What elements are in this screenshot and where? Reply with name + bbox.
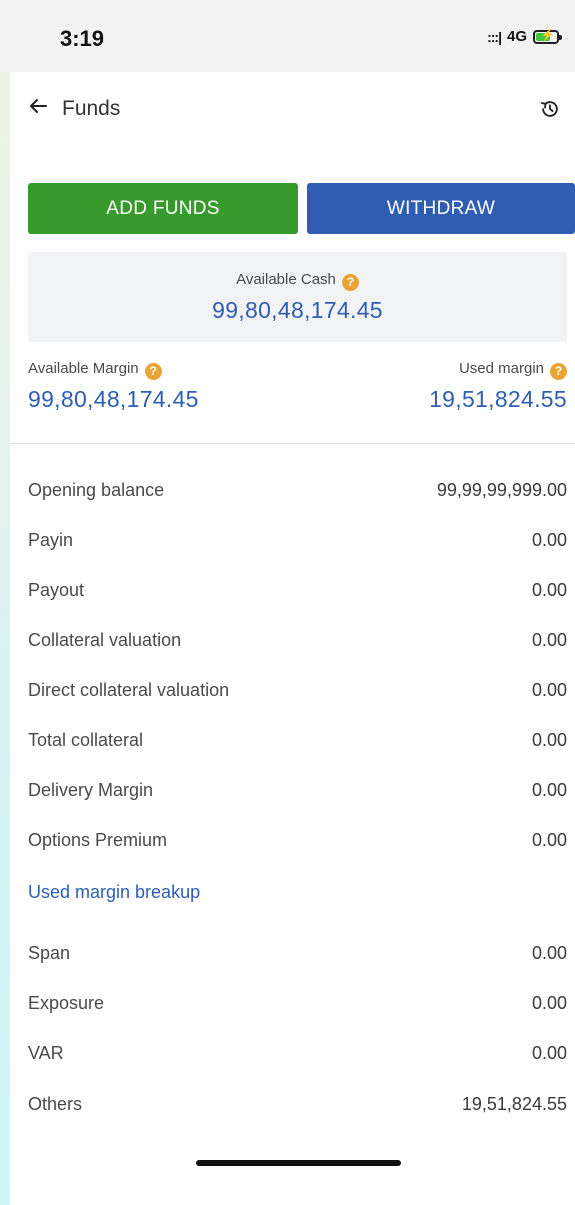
available-cash-label: Available Cash — [236, 271, 336, 288]
network-label: 4G — [506, 28, 527, 45]
breakup-row: Others 19,51,824.55 — [28, 1089, 567, 1119]
detail-label: Options Premium — [28, 829, 168, 850]
detail-label: Opening balance — [28, 479, 165, 500]
detail-value: 0.00 — [531, 779, 567, 800]
breakup-value: 0.00 — [531, 992, 567, 1013]
available-cash-value: 99,80,48,174.45 — [212, 297, 383, 323]
detail-value: 0.00 — [531, 679, 567, 700]
detail-value: 99,99,99,999.00 — [436, 479, 567, 500]
used-margin-value: 19,51,824.55 — [429, 386, 567, 412]
breakup-label: VAR — [28, 1042, 64, 1063]
used-margin-label: Used margin — [458, 360, 544, 377]
available-cash-card: Available Cash? 99,80,48,174.45 — [28, 252, 567, 342]
detail-row: Collateral valuation 0.00 — [28, 625, 567, 655]
breakup-label: Span — [28, 942, 71, 963]
detail-label: Payin — [28, 529, 74, 550]
detail-label: Collateral valuation — [28, 629, 182, 650]
status-time: 3:19 — [60, 26, 105, 51]
status-indicators: :::| 4G ⚡ — [487, 28, 562, 45]
detail-row: Payout 0.00 — [28, 575, 567, 605]
help-icon[interactable]: ? — [550, 363, 567, 380]
status-bar: 3:19 :::| 4G ⚡ — [0, 0, 575, 72]
detail-row: Total collateral 0.00 — [28, 725, 567, 755]
signal-icon: :::| — [487, 28, 502, 45]
detail-row: Options Premium 0.00 — [28, 825, 567, 855]
breakup-value: 0.00 — [531, 1042, 567, 1063]
help-icon[interactable]: ? — [144, 363, 162, 380]
breakup-row: Exposure 0.00 — [28, 988, 567, 1018]
breakup-row: Span 0.00 — [28, 938, 567, 968]
breakup-value: 0.00 — [531, 942, 567, 963]
detail-label: Direct collateral valuation — [28, 679, 230, 700]
detail-value: 0.00 — [531, 529, 567, 550]
detail-value: 0.00 — [531, 729, 567, 750]
detail-row: Payin 0.00 — [28, 525, 567, 555]
page-title: Funds — [62, 97, 121, 120]
divider — [10, 443, 575, 444]
detail-row: Opening balance 99,99,99,999.00 — [28, 475, 567, 505]
add-funds-button[interactable]: ADD FUNDS — [28, 183, 298, 234]
battery-icon: ⚡ — [533, 28, 562, 44]
available-margin-block: Available Margin? 99,80,48,174.45 — [28, 360, 199, 413]
detail-row: Delivery Margin 0.00 — [28, 775, 567, 805]
used-margin-block: Used margin? 19,51,824.55 — [429, 360, 567, 413]
detail-value: 0.00 — [531, 579, 567, 600]
detail-label: Delivery Margin — [28, 779, 154, 800]
background-strip — [0, 0, 10, 1205]
available-margin-value: 99,80,48,174.45 — [28, 386, 199, 412]
breakup-label: Others — [28, 1093, 83, 1114]
help-icon[interactable]: ? — [341, 274, 359, 291]
detail-value: 0.00 — [531, 629, 567, 650]
available-margin-label: Available Margin — [28, 360, 139, 377]
home-indicator[interactable] — [196, 1160, 401, 1166]
app-header: Funds — [10, 72, 575, 148]
history-icon[interactable] — [539, 98, 561, 120]
withdraw-button[interactable]: WITHDRAW — [307, 183, 575, 234]
breakup-label: Exposure — [28, 992, 105, 1013]
breakup-row: VAR 0.00 — [28, 1038, 567, 1068]
breakup-value: 19,51,824.55 — [461, 1093, 567, 1114]
detail-row: Direct collateral valuation 0.00 — [28, 675, 567, 705]
detail-label: Payout — [28, 579, 85, 600]
used-margin-breakup-link[interactable]: Used margin breakup — [28, 882, 200, 903]
back-arrow-icon[interactable] — [26, 94, 50, 118]
detail-value: 0.00 — [531, 829, 567, 850]
detail-label: Total collateral — [28, 729, 144, 750]
